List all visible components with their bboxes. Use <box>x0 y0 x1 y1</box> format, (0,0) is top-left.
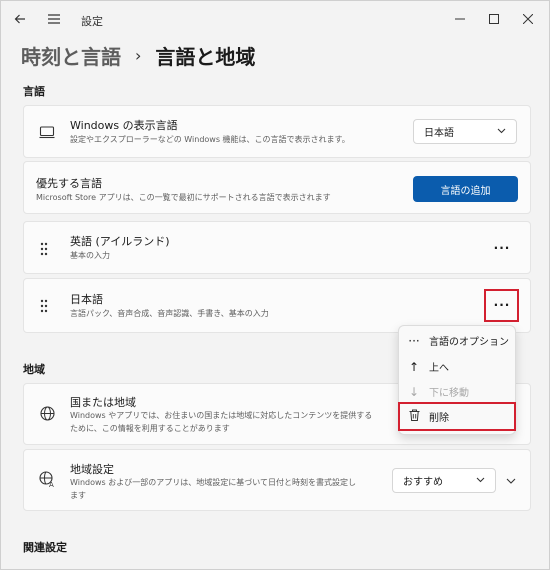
drag-handle-icon[interactable] <box>40 242 48 256</box>
country-subtitle-line2: ために、この情報を利用することがあります <box>70 424 230 433</box>
highlight-more-button <box>484 289 519 322</box>
preferred-languages-title: 優先する言語 <box>36 177 102 190</box>
preferred-languages-card: 優先する言語 Microsoft Store アプリは、この一覧で最初にサポート… <box>23 161 531 214</box>
display-language-dropdown[interactable]: 日本語 <box>413 119 517 144</box>
country-title: 国または地域 <box>70 396 136 409</box>
page-title: 言語と地域 <box>155 44 256 69</box>
regional-format-card: A 地域設定 Windows および一部のアプリは、地域設定に基づいて日付と時刻… <box>23 449 531 511</box>
display-language-subtitle: 設定やエクスプローラーなどの Windows 機能は、この言語で表示されます。 <box>70 135 350 144</box>
country-subtitle-line1: Windows やアプリでは、お住まいの国または地域に対応したコンテンツを提供す… <box>70 411 373 420</box>
breadcrumb-separator: › <box>135 45 142 65</box>
display-language-value: 日本語 <box>424 128 454 139</box>
highlight-remove-item <box>398 402 516 431</box>
menu-item-language-options[interactable]: ··· 言語のオプション <box>399 328 517 353</box>
menu-item-move-up[interactable]: ↑ 上へ <box>399 354 517 379</box>
section-title-language: 言語 <box>23 85 45 98</box>
language-detail: 基本の入力 <box>70 251 110 260</box>
svg-text:A: A <box>49 481 54 488</box>
regional-format-subtitle-line2: ます <box>70 491 86 500</box>
maximize-button[interactable] <box>483 9 505 29</box>
drag-handle-icon[interactable] <box>40 299 48 313</box>
regional-format-value: おすすめ <box>403 477 443 488</box>
expand-chevron-icon[interactable] <box>504 474 518 488</box>
breadcrumb: 時刻と言語 › 言語と地域 <box>21 39 255 71</box>
back-arrow-icon[interactable] <box>9 9 31 29</box>
language-item-english: 英語 (アイルランド) 基本の入力 ··· <box>23 221 531 274</box>
regional-format-title: 地域設定 <box>70 463 114 476</box>
section-title-related: 関連設定 <box>23 541 67 554</box>
arrow-up-icon: ↑ <box>408 359 420 374</box>
language-detail: 言語パック、音声合成、音声認識、手書き、基本の入力 <box>70 309 269 318</box>
title-bar: 設定 <box>1 1 549 37</box>
monitor-icon <box>38 123 56 141</box>
window-title: 設定 <box>81 15 103 28</box>
add-language-button[interactable]: 言語の追加 <box>413 176 518 202</box>
close-button[interactable] <box>517 9 539 29</box>
region-format-icon: A <box>38 470 56 488</box>
menu-item-label: 下に移動 <box>429 388 469 399</box>
display-language-title: Windows の表示言語 <box>70 119 178 132</box>
language-name: 日本語 <box>70 293 103 306</box>
hamburger-icon[interactable] <box>43 9 65 29</box>
regional-format-dropdown[interactable]: おすすめ <box>392 468 496 493</box>
more-icon: ··· <box>408 333 420 348</box>
menu-item-label: 言語のオプション <box>429 337 509 348</box>
chevron-down-icon <box>476 476 485 486</box>
minimize-button[interactable] <box>449 9 471 29</box>
more-options-button[interactable]: ··· <box>487 234 517 262</box>
section-title-region: 地域 <box>23 363 45 376</box>
globe-icon <box>38 404 56 422</box>
preferred-languages-subtitle: Microsoft Store アプリは、この一覧で最初にサポートされる言語で表… <box>36 193 331 202</box>
menu-item-move-down: ↓ 下に移動 <box>399 379 517 404</box>
display-language-card: Windows の表示言語 設定やエクスプローラーなどの Windows 機能は… <box>23 105 531 158</box>
settings-window: 設定 時刻と言語 › 言語と地域 言語 Windows の表示言語 設定やエクス… <box>0 0 550 570</box>
language-name: 英語 (アイルランド) <box>70 235 170 248</box>
breadcrumb-parent[interactable]: 時刻と言語 <box>21 41 121 70</box>
arrow-down-icon: ↓ <box>408 384 420 399</box>
regional-format-subtitle-line1: Windows および一部のアプリは、地域設定に基づいて日付と時刻を書式設定し <box>70 478 357 487</box>
chevron-down-icon <box>497 127 506 137</box>
menu-item-label: 上へ <box>429 363 449 374</box>
